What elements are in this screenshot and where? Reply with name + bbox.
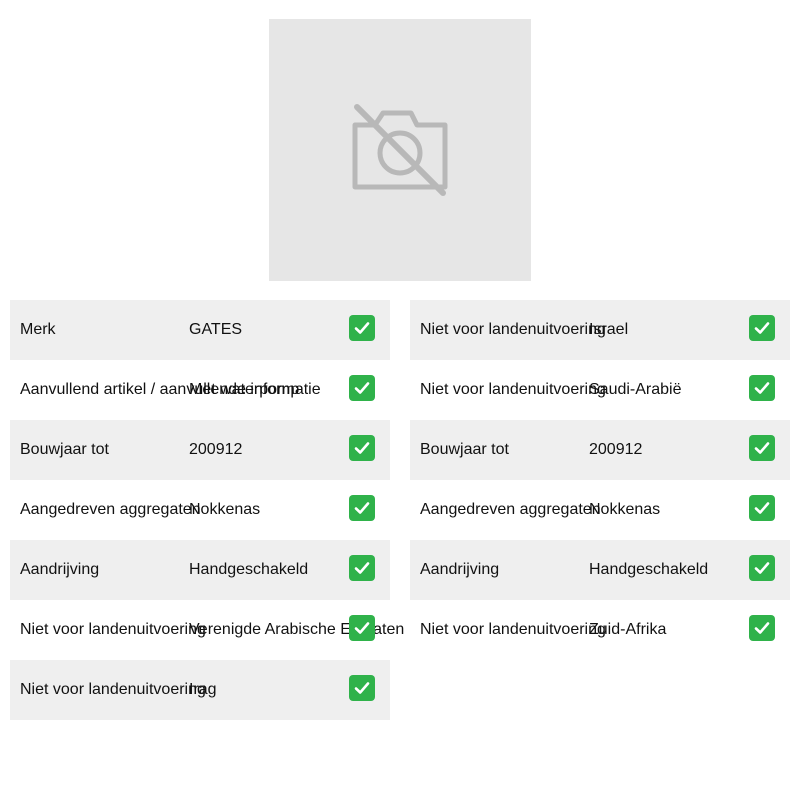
spec-row-driven-units: Aangedreven aggregaten Nokkenas <box>10 480 390 540</box>
check-icon <box>349 495 375 521</box>
spec-row-drive: Aandrijving Handgeschakeld <box>410 540 790 600</box>
spec-table-right: Niet voor landenuitvoering Israel Niet v… <box>410 300 790 660</box>
spec-value: Nokkenas <box>589 501 661 518</box>
spec-row-excluded-country: Niet voor landenuitvoering Saudi-Arabië <box>410 360 790 420</box>
spec-row-build-year: Bouwjaar tot 200912 <box>10 420 390 480</box>
check-icon <box>749 615 775 641</box>
spec-label: Aandrijving <box>20 561 100 578</box>
spec-value: Met waterpomp <box>189 381 300 398</box>
check-icon <box>349 555 375 581</box>
check-icon <box>349 615 375 641</box>
check-icon <box>349 375 375 401</box>
spec-label: Niet voor landenuitvoering <box>420 381 606 398</box>
check-icon <box>749 555 775 581</box>
spec-row-excluded-country: Niet voor landenuitvoering Zuid-Afrika <box>410 600 790 660</box>
spec-value: Saudi-Arabië <box>589 381 682 398</box>
spec-label: Niet voor landenuitvoering <box>420 321 606 338</box>
spec-label: Bouwjaar tot <box>20 441 109 458</box>
spec-value: Handgeschakeld <box>589 561 709 578</box>
spec-value: Irag <box>189 681 217 698</box>
spec-label: Merk <box>20 321 56 338</box>
camera-off-icon <box>352 104 448 196</box>
spec-row-drive: Aandrijving Handgeschakeld <box>10 540 390 600</box>
check-icon <box>349 435 375 461</box>
spec-table-left: Merk GATES Aanvullend artikel / aanvulle… <box>10 300 404 720</box>
spec-row-excluded-country: Niet voor landenuitvoering Irag <box>10 660 390 720</box>
spec-value: Handgeschakeld <box>189 561 309 578</box>
spec-label: Aangedreven aggregaten <box>20 501 201 518</box>
spec-label: Aangedreven aggregaten <box>420 501 601 518</box>
spec-label: Niet voor landenuitvoering <box>20 681 206 698</box>
spec-label: Bouwjaar tot <box>420 441 509 458</box>
spec-label: Niet voor landenuitvoering <box>420 621 606 638</box>
spec-label: Aandrijving <box>420 561 500 578</box>
spec-row-excluded-country: Niet voor landenuitvoering Verenigde Ara… <box>10 600 404 660</box>
spec-value: Israel <box>589 321 629 338</box>
spec-value: Zuid-Afrika <box>589 621 667 638</box>
check-icon <box>749 315 775 341</box>
spec-value: 200912 <box>589 441 643 458</box>
spec-label: Niet voor landenuitvoering <box>20 621 206 638</box>
spec-row-driven-units: Aangedreven aggregaten Nokkenas <box>410 480 790 540</box>
spec-row-build-year: Bouwjaar tot 200912 <box>410 420 790 480</box>
spec-value: Nokkenas <box>189 501 261 518</box>
spec-value: 200912 <box>189 441 243 458</box>
check-icon <box>749 435 775 461</box>
spec-value: GATES <box>189 321 243 338</box>
check-icon <box>749 375 775 401</box>
product-image-placeholder <box>269 19 531 281</box>
spec-row-brand: Merk GATES <box>10 300 390 360</box>
spec-row-additional-info: Aanvullend artikel / aanvullende informa… <box>10 360 390 420</box>
check-icon <box>349 675 375 701</box>
check-icon <box>749 495 775 521</box>
spec-row-excluded-country: Niet voor landenuitvoering Israel <box>410 300 790 360</box>
check-icon <box>349 315 375 341</box>
